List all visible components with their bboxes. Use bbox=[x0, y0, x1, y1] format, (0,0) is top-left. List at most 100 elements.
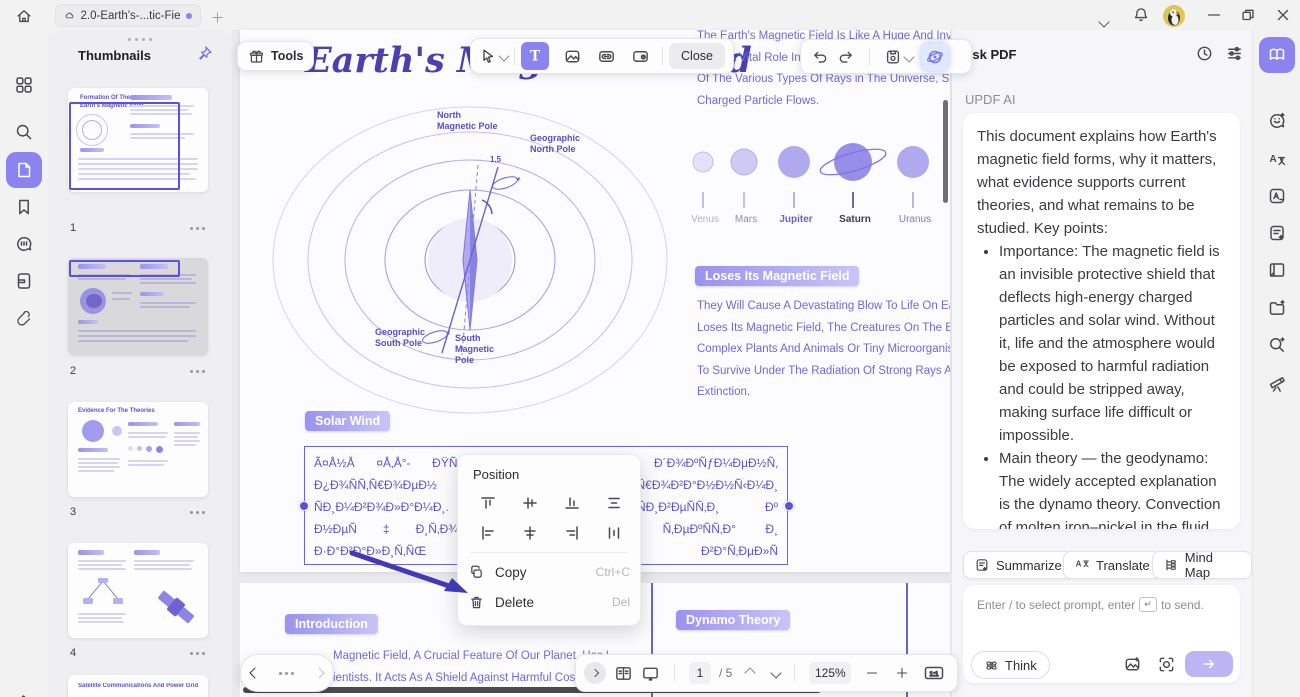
mind-map-button[interactable]: Mind Map bbox=[1152, 550, 1252, 580]
next-page-button[interactable] bbox=[770, 667, 783, 679]
sidebar-item-comments[interactable] bbox=[14, 234, 34, 254]
sidebar-item-bookmarks[interactable] bbox=[14, 197, 34, 217]
rail-item-ask-pdf-selected[interactable] bbox=[1259, 37, 1295, 73]
thumbnail-page-4[interactable] bbox=[68, 543, 208, 638]
close-edit-toolbar-button[interactable]: Close bbox=[669, 43, 725, 69]
minimize-button[interactable] bbox=[1205, 6, 1223, 24]
cursor-icon bbox=[483, 49, 494, 63]
chevron-down-icon[interactable] bbox=[903, 50, 915, 63]
align-top-icon bbox=[481, 497, 495, 509]
rail-item-explore[interactable] bbox=[1267, 373, 1287, 393]
window-expand-button[interactable] bbox=[1098, 13, 1110, 31]
sidebar-item-attachments[interactable] bbox=[14, 308, 34, 328]
rail-item-ai-summary[interactable] bbox=[1267, 223, 1287, 243]
thumb3-more-button[interactable] bbox=[190, 511, 205, 514]
strip-next-button[interactable] bbox=[313, 667, 325, 679]
rail-item-translate-page[interactable] bbox=[1267, 186, 1287, 206]
panel-settings-button[interactable] bbox=[1225, 44, 1244, 63]
thumbnail-page-2[interactable] bbox=[68, 258, 208, 355]
previous-page-button[interactable] bbox=[744, 667, 757, 679]
align-center-button[interactable] bbox=[522, 525, 538, 541]
insert-image-button[interactable] bbox=[1123, 655, 1142, 674]
thumbnail-page-1[interactable]: Formation Of The Earth's Magnetic Field bbox=[68, 88, 208, 192]
document-tab[interactable]: 2.0-Earth's-...tic-Field(1) bbox=[55, 4, 201, 27]
rail-item-ai-files[interactable] bbox=[1267, 298, 1287, 318]
align-bottom-button[interactable] bbox=[564, 495, 580, 511]
ai-assistant-button[interactable] bbox=[921, 42, 949, 71]
translate-button[interactable]: A Translate bbox=[1063, 551, 1161, 579]
rail-item-reader-view[interactable] bbox=[1267, 260, 1287, 280]
thumb1-more-button[interactable] bbox=[190, 227, 205, 230]
select-tool-button[interactable] bbox=[479, 47, 510, 65]
undo-button[interactable] bbox=[811, 48, 829, 66]
ai-bullet-main-theory: Main theory — the geodynamo: The widely … bbox=[999, 447, 1226, 529]
selection-handle-left[interactable] bbox=[299, 501, 309, 511]
distribute-vertical-icon bbox=[608, 497, 620, 509]
pen-icon bbox=[21, 695, 26, 697]
prompt-placeholder: Enter / to select prompt, enter ↵ to sen… bbox=[977, 597, 1204, 612]
sidebar-item-signature[interactable] bbox=[14, 692, 34, 697]
tools-button[interactable]: Tools bbox=[237, 41, 315, 71]
new-tab-button[interactable] bbox=[211, 11, 224, 24]
distribute-horizontal-button[interactable] bbox=[606, 525, 622, 541]
collapse-toolbar-button[interactable] bbox=[584, 662, 606, 684]
sidebar-item-pages[interactable] bbox=[14, 271, 34, 291]
zoom-in-button[interactable] bbox=[895, 666, 909, 680]
text-line: They Will Cause A Devastating Blow To Li… bbox=[697, 300, 950, 312]
thumb2-more-button[interactable] bbox=[190, 370, 205, 373]
rail-item-ai-translate[interactable]: A bbox=[1267, 149, 1287, 169]
rail-item-ai-search[interactable] bbox=[1267, 335, 1287, 355]
summarize-button[interactable]: Summarize bbox=[963, 551, 1073, 579]
vertical-scrollbar[interactable] bbox=[943, 100, 948, 203]
location-stamp-button[interactable] bbox=[626, 42, 654, 70]
restore-button[interactable] bbox=[1239, 6, 1257, 24]
history-button[interactable] bbox=[1195, 44, 1214, 63]
zoom-level-value[interactable]: 125% bbox=[809, 662, 852, 684]
thumbnail-page-5[interactable]: Satellite Communications And Power Grid bbox=[68, 675, 208, 697]
redo-button[interactable] bbox=[837, 48, 855, 66]
align-middle-button[interactable] bbox=[522, 495, 538, 511]
image-icon bbox=[565, 50, 580, 62]
save-button[interactable] bbox=[884, 48, 915, 66]
screenshot-button[interactable] bbox=[1157, 655, 1176, 674]
reading-mode-button[interactable] bbox=[614, 664, 633, 683]
close-window-button[interactable] bbox=[1274, 6, 1292, 24]
sidebar-item-home-grid[interactable] bbox=[14, 75, 34, 95]
thumbnail-page-3[interactable]: Evidence For The Theories bbox=[68, 402, 208, 497]
text-line: Extinction. bbox=[697, 386, 751, 398]
actual-size-button[interactable]: 1:1 bbox=[923, 663, 945, 683]
home-button[interactable] bbox=[15, 7, 33, 25]
panel-drag-handle[interactable] bbox=[128, 38, 152, 41]
user-avatar[interactable] bbox=[1163, 5, 1185, 27]
menu-item-delete[interactable]: Delete Del bbox=[468, 588, 630, 616]
align-right-button[interactable] bbox=[564, 525, 580, 541]
zoom-out-button[interactable] bbox=[865, 666, 879, 680]
send-button[interactable] bbox=[1185, 651, 1233, 677]
sidebar-item-search[interactable] bbox=[14, 122, 34, 142]
presentation-mode-button[interactable] bbox=[641, 664, 660, 683]
viewport-indicator[interactable] bbox=[69, 260, 180, 277]
sidebar-item-thumbnails-selected[interactable] bbox=[6, 152, 42, 188]
selection-handle-right[interactable] bbox=[784, 501, 794, 511]
prompt-input-area[interactable]: Enter / to select prompt, enter ↵ to sen… bbox=[963, 585, 1240, 683]
rail-item-ai-chat[interactable] bbox=[1267, 111, 1287, 131]
link-tool-button[interactable] bbox=[593, 42, 621, 70]
notifications-button[interactable] bbox=[1132, 6, 1150, 24]
chevron-down-icon[interactable] bbox=[498, 50, 510, 62]
thumb4-more-button[interactable] bbox=[190, 652, 205, 655]
current-page-input[interactable]: 1 bbox=[689, 662, 711, 684]
strip-prev-button[interactable] bbox=[249, 667, 261, 679]
image-tool-button[interactable] bbox=[559, 42, 587, 70]
align-left-button[interactable] bbox=[480, 525, 496, 541]
label-south-magnetic-pole: South Magnetic Pole bbox=[455, 333, 495, 365]
loses-paragraph: They Will Cause A Devastating Blow To Li… bbox=[697, 296, 950, 404]
align-top-button[interactable] bbox=[480, 495, 496, 511]
chat-smile-sparkle-icon bbox=[1270, 112, 1285, 128]
strip-more-button[interactable] bbox=[279, 671, 295, 675]
distribute-vertical-button[interactable] bbox=[606, 495, 622, 511]
viewport-indicator[interactable] bbox=[69, 102, 180, 190]
menu-item-copy[interactable]: Copy Ctrl+C bbox=[468, 558, 630, 586]
pin-panel-button[interactable] bbox=[196, 45, 213, 62]
text-tool-button-selected[interactable]: T bbox=[520, 42, 549, 70]
think-toggle-button[interactable]: Think bbox=[971, 651, 1050, 679]
